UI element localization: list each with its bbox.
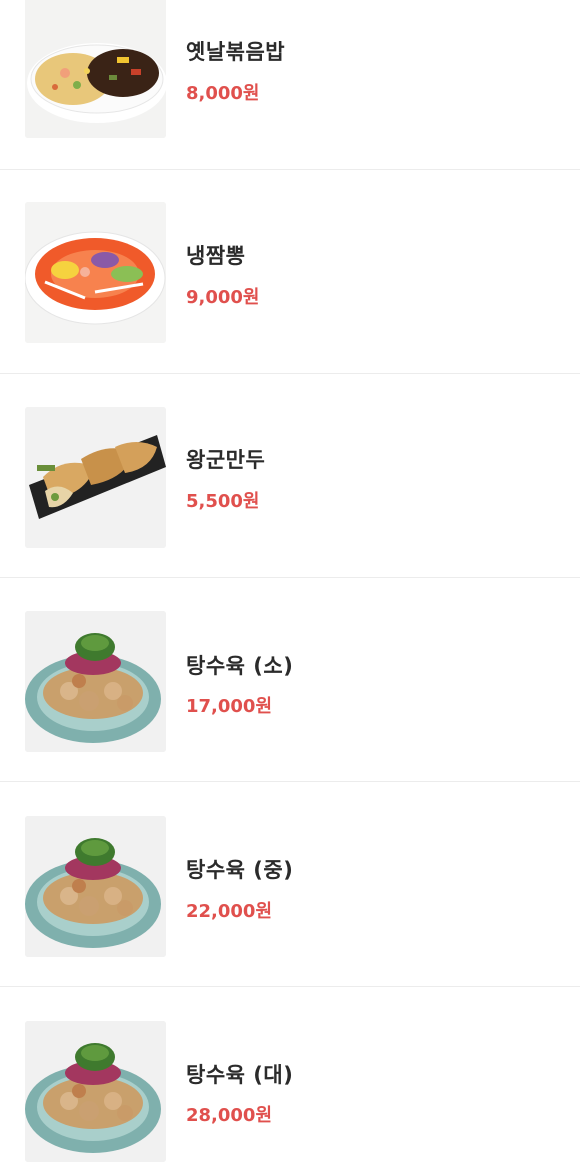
menu-item[interactable]: 옛날볶음밥 8,000원 [0, 0, 580, 170]
menu-item[interactable]: 탕수육 (소) 17,000원 [0, 578, 580, 782]
menu-item[interactable]: 왕군만두 5,500원 [0, 374, 580, 578]
sweet-sour-pork-image [25, 611, 166, 752]
sweet-sour-pork-image [25, 1021, 166, 1162]
menu-item-name: 탕수육 (소) [186, 654, 294, 678]
menu-item-name: 탕수육 (대) [186, 1063, 294, 1087]
menu-item[interactable]: 탕수육 (대) 28,000원 [0, 988, 580, 1164]
menu-item-name: 옛날볶음밥 [186, 40, 286, 64]
menu-item-price: 17,000원 [186, 696, 273, 717]
menu-item-name: 냉짬뽕 [186, 244, 246, 268]
sweet-sour-pork-image [25, 816, 166, 957]
menu-list: 옛날볶음밥 8,000원 냉짬뽕 9,000원 왕군만두 5,500원 탕수육 … [0, 0, 580, 1164]
menu-item-price: 9,000원 [186, 287, 260, 308]
menu-item[interactable]: 탕수육 (중) 22,000원 [0, 783, 580, 987]
menu-item-price: 22,000원 [186, 901, 273, 922]
menu-item[interactable]: 냉짬뽕 9,000원 [0, 170, 580, 374]
menu-item-name: 왕군만두 [186, 448, 266, 472]
fried-rice-image [25, 0, 166, 138]
menu-item-price: 5,500원 [186, 491, 260, 512]
menu-item-name: 탕수육 (중) [186, 858, 294, 882]
fried-dumplings-image [25, 407, 166, 548]
menu-item-price: 28,000원 [186, 1105, 273, 1126]
menu-item-price: 8,000원 [186, 83, 260, 104]
cold-jjamppong-image [25, 202, 166, 343]
